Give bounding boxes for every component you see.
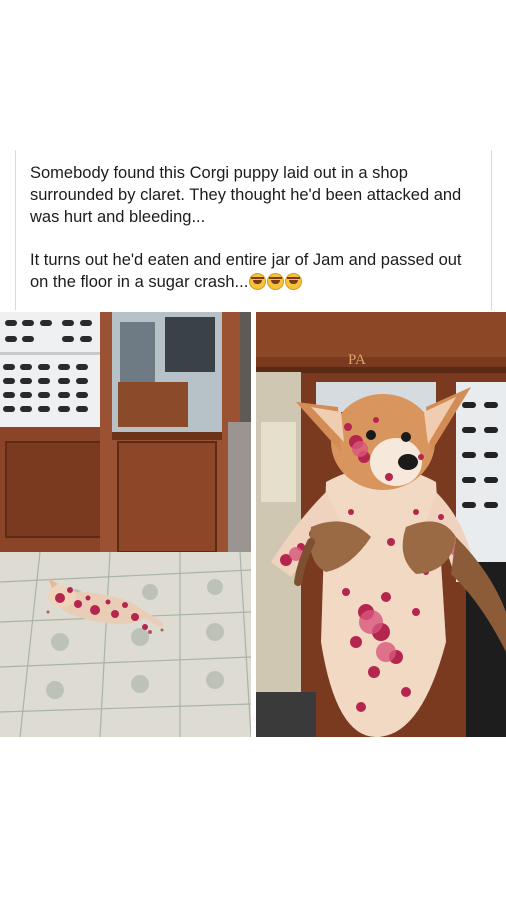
post-caption: Somebody found this Corgi puppy laid out…: [30, 162, 480, 293]
caption-border-right: [491, 150, 492, 310]
puppy-held-image: PA: [256, 312, 506, 737]
caption-paragraph-2-text: It turns out he'd eaten and entire jar o…: [30, 251, 462, 291]
photo-puppy-held: PA: [256, 312, 506, 737]
shop-sign-text: PA: [348, 352, 366, 368]
photo-shop-floor: [0, 312, 251, 737]
laughing-emoji-icon: [285, 273, 303, 290]
caption-border-left: [15, 150, 16, 310]
laughing-emoji-icon: [249, 273, 267, 290]
caption-paragraph-1: Somebody found this Corgi puppy laid out…: [30, 164, 462, 226]
shop-floor-image: [0, 312, 251, 737]
post: Somebody found this Corgi puppy laid out…: [0, 0, 506, 900]
caption-paragraph-2: It turns out he'd eaten and entire jar o…: [30, 249, 480, 293]
laughing-emoji-icon: [267, 273, 285, 290]
